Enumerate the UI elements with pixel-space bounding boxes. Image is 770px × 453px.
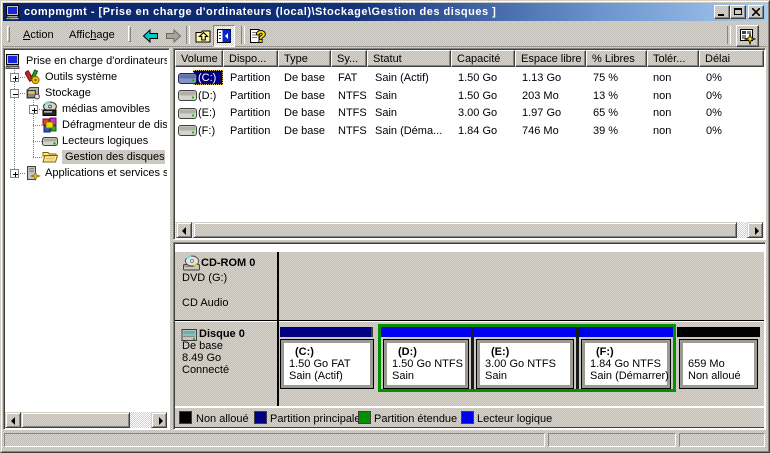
svg-text:?: ? — [256, 29, 266, 45]
